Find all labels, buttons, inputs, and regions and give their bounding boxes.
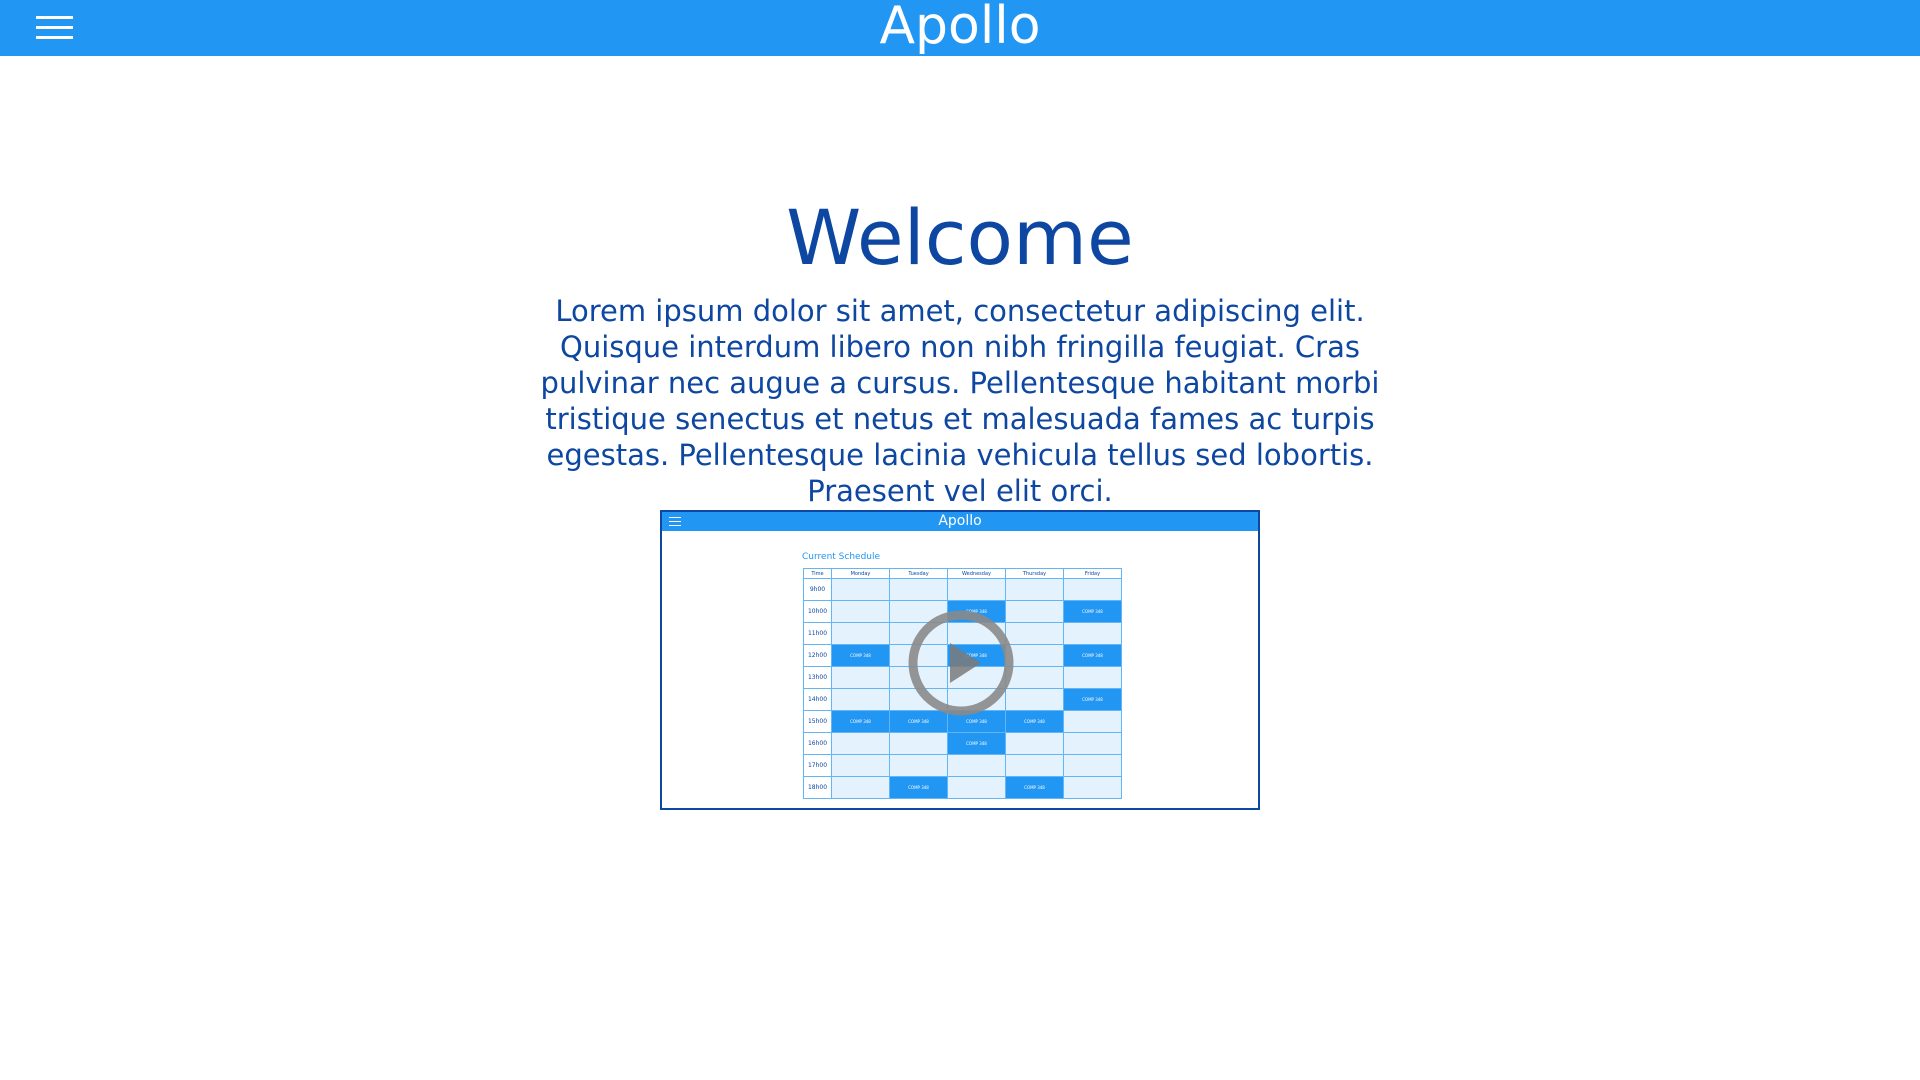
schedule-empty-cell <box>1063 776 1122 799</box>
schedule-row: 9h00 <box>803 578 1122 601</box>
schedule-empty-cell <box>831 776 890 799</box>
schedule-row: 18h00 COMP 348 COMP 348 <box>803 776 1122 799</box>
schedule-empty-cell <box>1005 732 1064 755</box>
schedule-empty-cell <box>889 732 948 755</box>
schedule-empty-cell <box>831 600 890 623</box>
schedule-time-cell: 11h00 <box>803 622 832 645</box>
schedule-empty-cell <box>889 754 948 777</box>
schedule-event-cell: COMP 348 <box>1005 776 1064 799</box>
schedule-row: 16h00 COMP 348 <box>803 732 1122 755</box>
schedule-column-header: Wednesday <box>947 568 1006 579</box>
schedule-column-header: Time <box>803 568 832 579</box>
schedule-empty-cell <box>1063 732 1122 755</box>
schedule-empty-cell <box>947 578 1006 601</box>
schedule-time-cell: 15h00 <box>803 710 832 733</box>
schedule-event-cell: COMP 348 <box>831 644 890 667</box>
schedule-row: 17h00 <box>803 754 1122 777</box>
schedule-event-cell: COMP 348 <box>889 776 948 799</box>
schedule-time-cell: 9h00 <box>803 578 832 601</box>
schedule-column-header: Thursday <box>1005 568 1064 579</box>
schedule-column-header: Friday <box>1063 568 1122 579</box>
schedule-empty-cell <box>1005 578 1064 601</box>
schedule-empty-cell <box>1063 754 1122 777</box>
schedule-time-cell: 12h00 <box>803 644 832 667</box>
app-title: Apollo <box>879 0 1041 56</box>
schedule-empty-cell <box>831 578 890 601</box>
schedule-empty-cell <box>889 578 948 601</box>
schedule-event-cell: COMP 348 <box>1063 688 1122 711</box>
schedule-column-header: Tuesday <box>889 568 948 579</box>
schedule-empty-cell <box>831 732 890 755</box>
video-app-bar: Apollo <box>662 512 1258 531</box>
schedule-column-header: Monday <box>831 568 890 579</box>
schedule-title: Current Schedule <box>802 552 881 562</box>
intro-video-player[interactable]: Apollo Current Schedule Time Monday Tuesda… <box>660 510 1260 810</box>
welcome-heading: Welcome <box>786 193 1134 282</box>
schedule-empty-cell <box>1063 578 1122 601</box>
schedule-time-cell: 10h00 <box>803 600 832 623</box>
schedule-event-cell: COMP 348 <box>1063 600 1122 623</box>
play-icon[interactable] <box>907 609 1015 717</box>
schedule-time-cell: 17h00 <box>803 754 832 777</box>
schedule-time-cell: 16h00 <box>803 732 832 755</box>
schedule-event-cell: COMP 348 <box>831 710 890 733</box>
schedule-empty-cell <box>947 776 1006 799</box>
schedule-time-cell: 13h00 <box>803 666 832 689</box>
schedule-empty-cell <box>1063 666 1122 689</box>
schedule-empty-cell <box>831 666 890 689</box>
intro-paragraph: Lorem ipsum dolor sit amet, consectetur … <box>540 294 1380 508</box>
schedule-empty-cell <box>947 754 1006 777</box>
video-app-title: Apollo <box>938 513 982 529</box>
schedule-empty-cell <box>831 688 890 711</box>
schedule-empty-cell <box>1063 710 1122 733</box>
schedule-time-cell: 14h00 <box>803 688 832 711</box>
schedule-empty-cell <box>831 754 890 777</box>
schedule-empty-cell <box>1005 754 1064 777</box>
schedule-time-cell: 18h00 <box>803 776 832 799</box>
schedule-empty-cell <box>1063 622 1122 645</box>
schedule-event-cell: COMP 348 <box>947 732 1006 755</box>
schedule-event-cell: COMP 348 <box>1063 644 1122 667</box>
top-app-bar: Apollo <box>0 0 1920 56</box>
schedule-empty-cell <box>831 622 890 645</box>
